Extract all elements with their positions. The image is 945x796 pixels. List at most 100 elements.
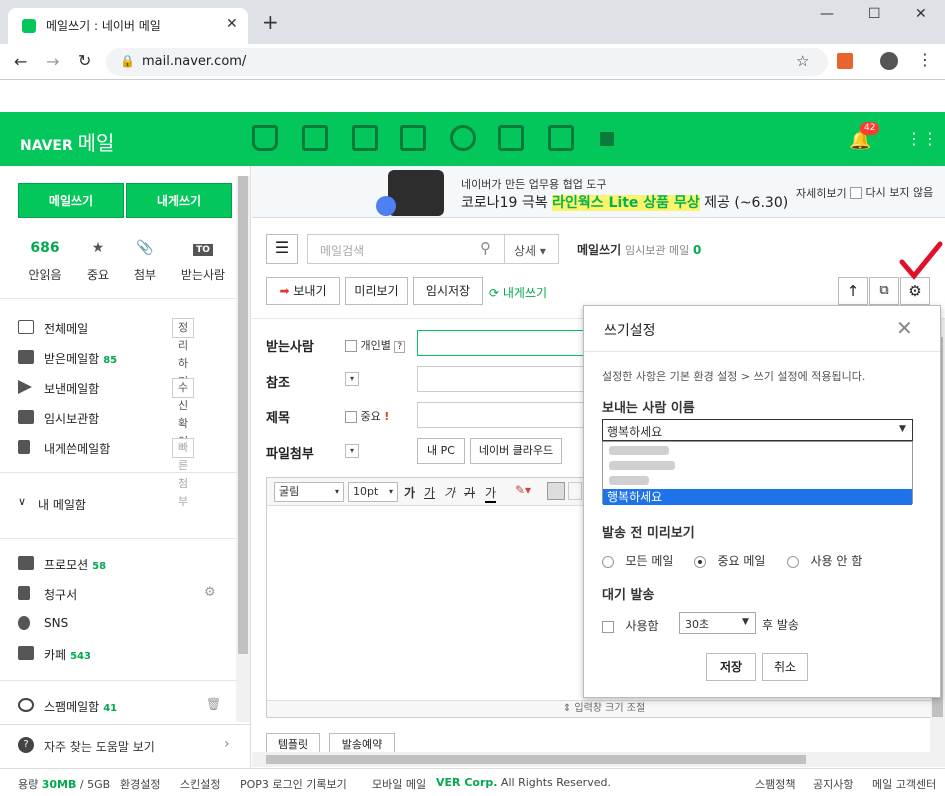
minimize-icon[interactable]: — — [820, 6, 834, 22]
organize-button[interactable]: 정리하기 — [172, 318, 195, 388]
delay-use-option[interactable]: 사용함 — [602, 617, 659, 634]
preview-button[interactable]: 미리보기 — [345, 277, 408, 305]
promo-banner[interactable]: 네이버가 만든 업무용 협업 도구 코로나19 극복 라인웍스 Lite 상품 … — [252, 166, 945, 218]
my-pc-button[interactable]: 내 PC — [417, 438, 465, 464]
maximize-icon[interactable]: ☐ — [868, 6, 881, 22]
to-input[interactable] — [417, 330, 585, 356]
save-button[interactable]: 저장 — [706, 653, 756, 681]
underline-button[interactable]: 가 — [424, 484, 435, 501]
menu-toggle-button[interactable]: ☰ — [266, 234, 298, 264]
close-icon[interactable]: ✕ — [896, 316, 913, 340]
popout-icon[interactable]: ⧉ — [869, 277, 899, 305]
write-mail-button[interactable]: 메일쓰기 — [18, 183, 124, 218]
reload-icon[interactable]: ↻ — [78, 51, 91, 70]
blurred-option[interactable] — [609, 476, 649, 485]
read-receipt-button[interactable]: 수신확인 — [172, 378, 195, 448]
search-icon[interactable]: ⚲ — [480, 239, 491, 257]
send-button[interactable]: ➡ 보내기 — [266, 277, 340, 305]
horizontal-scrollbar-thumb[interactable] — [266, 755, 806, 764]
strike-button[interactable]: 가 — [464, 484, 475, 501]
sender-name-select[interactable]: 행복하세요 ▼ — [602, 419, 913, 441]
window-close-icon[interactable]: ✕ — [915, 6, 927, 22]
browser-tab[interactable]: 메일쓰기 : 네이버 메일 ✕ — [8, 8, 248, 44]
footer-link-notice[interactable]: 공지사항 — [813, 776, 853, 792]
individual-checkbox[interactable] — [345, 340, 357, 352]
back-icon[interactable]: ← — [14, 52, 27, 71]
temp-label[interactable]: 임시보관 메일 — [625, 244, 689, 257]
footer-link-mobile[interactable]: 모바일 메일 — [372, 776, 426, 792]
tab-close-icon[interactable]: ✕ — [226, 16, 238, 32]
important-option[interactable]: 중요 ! — [345, 408, 389, 424]
resize-handle[interactable]: ⇕ 입력창 크기 조절 — [267, 700, 941, 717]
preview-option-important[interactable]: 중요 메일 — [694, 552, 765, 569]
todo-app-icon[interactable] — [352, 125, 378, 151]
attachment-stat[interactable]: 📎 첨부 — [118, 240, 172, 283]
footer-link-pop3[interactable]: POP3 로그인 기록보기 — [240, 776, 347, 792]
delay-checkbox[interactable] — [602, 620, 614, 633]
important-checkbox[interactable] — [345, 411, 357, 423]
subject-input[interactable] — [417, 402, 585, 428]
banner-dismiss[interactable]: 다시 보지 않음 — [850, 184, 933, 200]
trash-icon[interactable]: 🗑 — [206, 697, 221, 711]
cancel-button[interactable]: 취소 — [762, 653, 808, 681]
forward-icon[interactable]: → — [46, 52, 59, 71]
horizontal-scrollbar[interactable] — [252, 752, 945, 767]
contacts-app-icon[interactable] — [400, 125, 426, 151]
bold-button[interactable]: 가 — [404, 484, 415, 501]
italic-button[interactable]: 가 — [444, 484, 455, 501]
house-app-icon[interactable] — [548, 125, 574, 151]
align-left-icon[interactable] — [547, 482, 565, 500]
cc-expand-icon[interactable]: ▾ — [345, 372, 359, 386]
preview-option-none[interactable]: 사용 안 함 — [787, 552, 862, 569]
sidebar-scrollbar[interactable] — [236, 176, 250, 722]
more-apps-dropdown-icon[interactable] — [600, 132, 614, 146]
radio-important[interactable] — [694, 555, 706, 568]
profile-icon[interactable] — [880, 52, 898, 70]
footer-link-settings[interactable]: 환경설정 — [120, 776, 160, 792]
save-draft-button[interactable]: 임시저장 — [413, 277, 483, 305]
gear-icon[interactable]: ⚙ — [204, 585, 216, 600]
footer-link-skin[interactable]: 스킨설정 — [180, 776, 220, 792]
radio-all[interactable] — [602, 555, 614, 568]
collapse-up-icon[interactable]: ↑ — [838, 277, 868, 305]
write-to-self-button[interactable]: 내게쓰기 — [126, 183, 232, 218]
footer-link-support[interactable]: 메일 고객센터 — [872, 776, 936, 792]
help-link[interactable]: ? 자주 찾는 도움말 보기 › — [0, 724, 250, 768]
search-detail-dropdown[interactable]: 상세 ▾ — [505, 234, 559, 264]
preview-option-all[interactable]: 모든 메일 — [602, 552, 673, 569]
scrollbar-thumb[interactable] — [238, 176, 248, 654]
dismiss-checkbox[interactable] — [850, 187, 862, 199]
calendar-app-icon[interactable] — [302, 125, 328, 151]
font-size-select[interactable]: 10pt ▾ — [348, 482, 398, 502]
bookmark-star-icon[interactable]: ☆ — [796, 52, 809, 70]
unread-stat[interactable]: 686 안읽음 — [18, 240, 72, 283]
font-color-button[interactable]: 가 — [485, 484, 497, 503]
naver-cloud-button[interactable]: 네이버 클라우드 — [470, 438, 562, 464]
extension-icon[interactable] — [837, 53, 853, 69]
memo-app-icon[interactable] — [498, 125, 524, 151]
mail-app-icon[interactable] — [252, 125, 278, 151]
delay-time-select[interactable]: 30초 ▼ — [679, 612, 756, 634]
attach-expand-icon[interactable]: ▾ — [345, 444, 359, 458]
align-center-icon[interactable] — [568, 482, 582, 500]
mail-search-input[interactable]: 메일검색 ⚲ — [307, 234, 505, 264]
blurred-option[interactable] — [609, 446, 669, 455]
self-write-link[interactable]: ⟳ 내게쓰기 — [489, 284, 547, 301]
highlight-icon[interactable]: ✎▾ — [515, 483, 531, 497]
individual-option[interactable]: 개인별 ? — [345, 337, 406, 353]
browser-menu-icon[interactable]: ⋮ — [917, 50, 933, 69]
naver-mail-logo[interactable]: NAVER 메일 — [20, 127, 114, 156]
footer-link-spam-policy[interactable]: 스팸정책 — [755, 776, 795, 792]
new-tab-icon[interactable]: + — [262, 12, 279, 32]
help-question-icon[interactable]: ? — [394, 341, 406, 353]
blurred-option[interactable] — [609, 461, 675, 470]
recipient-stat[interactable]: TO 받는사람 — [176, 240, 230, 283]
banner-detail-link[interactable]: 자세히보기 — [796, 185, 847, 201]
sender-option-selected[interactable]: 행복하세요 — [603, 489, 912, 505]
url-field[interactable]: 🔒 mail.naver.com/ ☆ — [106, 48, 828, 76]
radio-none[interactable] — [787, 555, 799, 568]
cc-input[interactable] — [417, 366, 585, 392]
quick-attach-button[interactable]: 빠른첨부 — [172, 438, 195, 508]
cloud-app-icon[interactable] — [450, 125, 476, 151]
important-stat[interactable]: ★ 중요 — [71, 240, 125, 283]
